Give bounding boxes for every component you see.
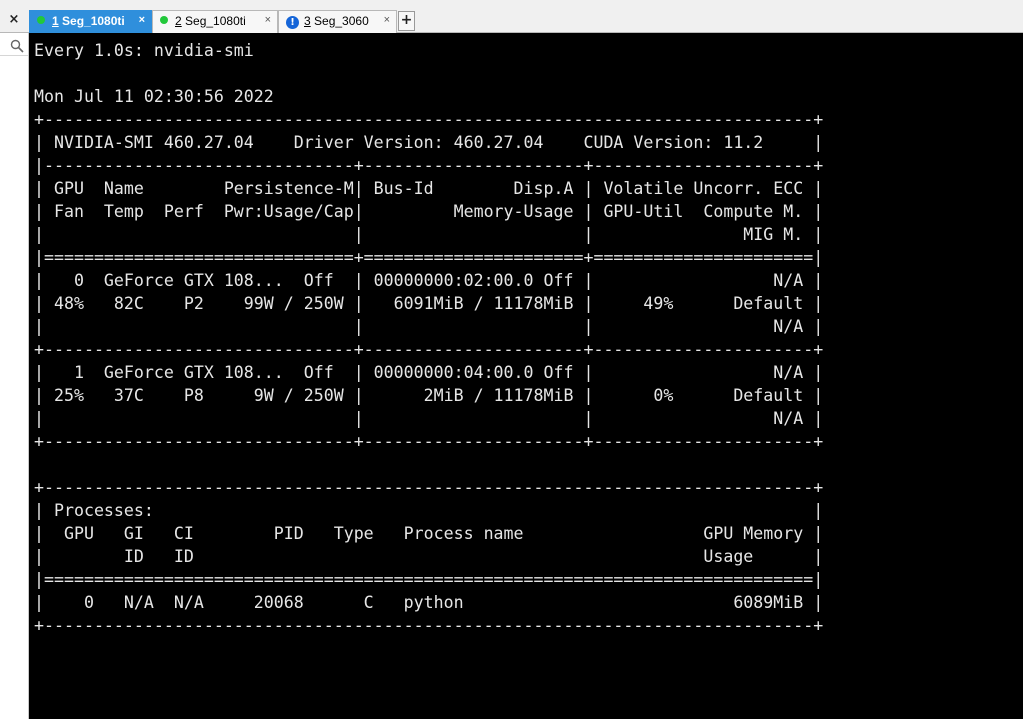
terminal-line: | | | MIG M. | [34, 225, 824, 244]
terminal-line: Every 1.0s: nvidia-smi [34, 41, 254, 60]
terminal-line: | 1 GeForce GTX 108... Off | 00000000:04… [34, 363, 824, 382]
tab-number: 1 [52, 14, 59, 28]
terminal-line: | Processes: | [34, 501, 824, 520]
terminal-line: +---------------------------------------… [34, 110, 824, 129]
terminal-line: | 48% 82C P2 99W / 250W | 6091MiB / 1117… [34, 294, 824, 313]
terminal-line: | GPU GI CI PID Type Process name GPU Me… [34, 524, 824, 543]
terminal-line: | 25% 37C P8 9W / 250W | 2MiB / 11178MiB… [34, 386, 824, 405]
tab-number: 3 [304, 14, 311, 28]
terminal-line: | ID ID Usage | [34, 547, 824, 566]
tab-close-icon[interactable]: × [139, 14, 145, 26]
terminal-line: | NVIDIA-SMI 460.27.04 Driver Version: 4… [34, 133, 824, 152]
new-tab-button[interactable]: + [398, 11, 415, 31]
terminal-output[interactable]: Every 1.0s: nvidia-smi Mon Jul 11 02:30:… [29, 33, 1023, 719]
terminal-line: +---------------------------------------… [34, 478, 824, 497]
tab-label: Seg_1080ti [62, 14, 125, 28]
connected-status-icon [37, 16, 45, 24]
tab-close-icon[interactable]: × [384, 14, 390, 26]
tab-label: Seg_3060 [314, 14, 369, 28]
divider [0, 55, 28, 56]
terminal-line: | Fan Temp Perf Pwr:Usage/Cap| Memory-Us… [34, 202, 824, 221]
terminal-line: +-------------------------------+-------… [34, 340, 824, 359]
terminal-line: | GPU Name Persistence-M| Bus-Id Disp.A … [34, 179, 824, 198]
terminal-line: Mon Jul 11 02:30:56 2022 [34, 87, 274, 106]
terminal-line: |-------------------------------+-------… [34, 156, 824, 175]
terminal-line: | | | N/A | [34, 317, 824, 336]
terminal-line: |=======================================… [34, 570, 824, 589]
tab-seg-3060[interactable]: ! 3 Seg_3060 × [278, 10, 397, 33]
tab-label: Seg_1080ti [185, 14, 246, 28]
side-panel [0, 33, 29, 719]
tab-bar: × 1 Seg_1080ti × 2 Seg_1080ti × ! 3 Seg_3… [0, 0, 1023, 33]
terminal-line: | | | N/A | [34, 409, 824, 428]
terminal-line: +---------------------------------------… [34, 616, 824, 635]
terminal-text: Every 1.0s: nvidia-smi Mon Jul 11 02:30:… [34, 39, 823, 637]
terminal-line: +-------------------------------+-------… [34, 432, 824, 451]
tab-close-icon[interactable]: × [265, 14, 271, 26]
terminal-line: | 0 GeForce GTX 108... Off | 00000000:02… [34, 271, 824, 290]
tab-seg-1080ti-1[interactable]: 1 Seg_1080ti × [29, 10, 152, 33]
search-icon[interactable] [10, 39, 24, 53]
terminal-line: |===============================+=======… [34, 248, 824, 267]
tab-seg-1080ti-2[interactable]: 2 Seg_1080ti × [152, 10, 278, 33]
terminal-line: | 0 N/A N/A 20068 C python 6089MiB | [34, 593, 824, 612]
connected-status-icon [160, 16, 168, 24]
close-panel-icon[interactable]: × [4, 10, 24, 30]
tab-number: 2 [175, 14, 182, 28]
warning-status-icon: ! [286, 16, 299, 29]
